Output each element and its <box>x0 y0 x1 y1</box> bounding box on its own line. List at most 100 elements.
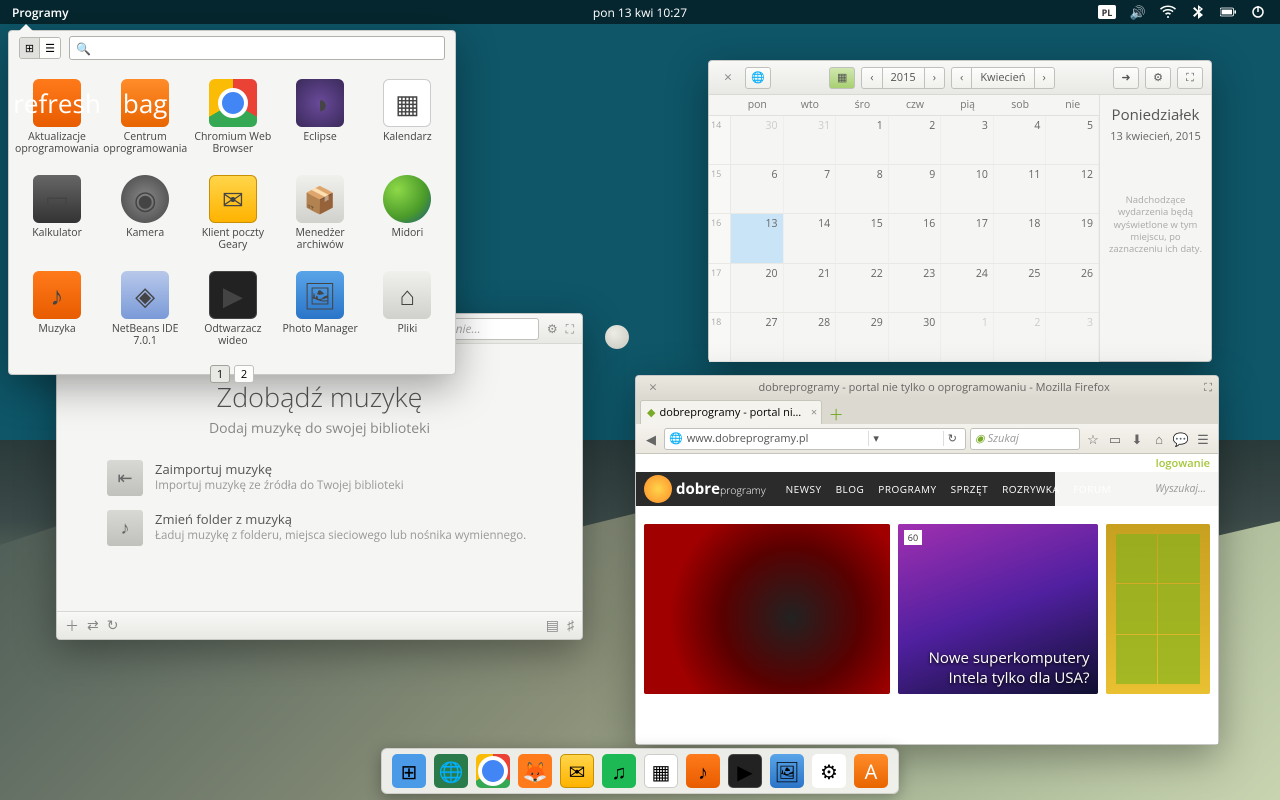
article-thumb[interactable] <box>1106 524 1211 694</box>
dock-item[interactable]: ▦ <box>644 754 678 788</box>
calendar-day[interactable]: 9 <box>889 165 942 213</box>
new-tab-button[interactable]: ＋ <box>826 404 846 424</box>
today-button[interactable]: ▦ <box>829 67 855 89</box>
calendar-day[interactable]: 15 <box>836 214 889 262</box>
applications-menu[interactable]: Programy <box>0 4 69 21</box>
year-next-button[interactable]: › <box>924 67 945 89</box>
dock-item[interactable]: 🦊 <box>518 754 552 788</box>
reload-icon[interactable]: ↻ <box>943 431 961 446</box>
month-prev-button[interactable]: ‹ <box>951 67 972 89</box>
home-icon[interactable]: ⌂ <box>1150 430 1168 448</box>
app-launcher-item[interactable]: ♪Muzyka <box>13 265 101 361</box>
shuffle-icon[interactable]: ⇄ <box>87 616 99 635</box>
calendar-day[interactable]: 12 <box>1046 165 1099 213</box>
app-launcher-item[interactable]: ▦Kalendarz <box>364 73 451 169</box>
app-launcher-item[interactable]: Midori <box>364 169 451 265</box>
dock-item[interactable]: ▶ <box>728 754 762 788</box>
dock-item[interactable]: ⊞ <box>392 754 426 788</box>
calendar-source-icon[interactable]: 🌐 <box>745 67 771 89</box>
calendar-day[interactable]: 27 <box>731 313 784 361</box>
calendar-day[interactable]: 3 <box>1046 313 1099 361</box>
dock-item[interactable]: ✉ <box>560 754 594 788</box>
url-bar[interactable]: 🌐 www.dobreprogramy.pl ▾ ↻ <box>664 428 966 450</box>
site-search[interactable]: Wyszukaj… <box>1155 482 1206 496</box>
nav-link[interactable]: FORUM <box>1073 482 1111 496</box>
site-logo[interactable]: dobreprogramy <box>644 475 766 503</box>
calendar-day[interactable]: 30 <box>889 313 942 361</box>
year-label[interactable]: 2015 <box>882 67 925 89</box>
app-launcher-item[interactable]: ✉Klient poczty Geary <box>189 169 276 265</box>
dock-item[interactable]: ♪ <box>686 754 720 788</box>
power-indicator-icon[interactable] <box>1250 4 1266 20</box>
nav-link[interactable]: BLOG <box>836 482 865 496</box>
app-launcher-item[interactable]: ▭Kalkulator <box>13 169 101 265</box>
nav-link[interactable]: NEWSY <box>786 482 822 496</box>
music-action[interactable]: ♪Zmień folder z muzykąŁaduj muzykę z fol… <box>107 510 532 546</box>
nav-link[interactable]: SPRZĘT <box>951 482 988 496</box>
calendar-day[interactable]: 21 <box>784 264 837 312</box>
calendar-day[interactable]: 13 <box>731 214 784 262</box>
dock-item[interactable]: 🖼 <box>770 754 804 788</box>
calendar-day[interactable]: 2 <box>994 313 1047 361</box>
menu-icon[interactable]: ☰ <box>1194 430 1212 448</box>
article-thumb[interactable]: 60 Nowe superkomputery Intela tylko dla … <box>898 524 1098 694</box>
calendar-day[interactable]: 22 <box>836 264 889 312</box>
equalizer-icon[interactable]: ♯ <box>567 616 574 635</box>
bookmarks-icon[interactable]: ▭ <box>1106 430 1124 448</box>
export-icon[interactable]: ➜ <box>1113 67 1139 89</box>
calendar-day[interactable]: 1 <box>836 116 889 164</box>
search-bar[interactable]: ◉Szukaj <box>970 428 1080 450</box>
calendar-day[interactable]: 25 <box>994 264 1047 312</box>
app-launcher-item[interactable]: ◑Eclipse <box>276 73 363 169</box>
volume-indicator-icon[interactable]: 🔊 <box>1130 4 1146 20</box>
calendar-day[interactable]: 8 <box>836 165 889 213</box>
app-launcher-item[interactable]: 🖼Photo Manager <box>276 265 363 361</box>
close-tab-icon[interactable]: × <box>811 405 817 420</box>
login-link[interactable]: logowanie <box>1156 456 1210 471</box>
calendar-day[interactable]: 30 <box>731 116 784 164</box>
close-icon[interactable]: × <box>717 68 739 87</box>
gear-icon[interactable]: ⚙ <box>547 320 558 337</box>
dock-item[interactable]: ⚙ <box>812 754 846 788</box>
close-icon[interactable]: × <box>642 378 664 397</box>
grid-view-icon[interactable]: ⊞ <box>20 38 40 58</box>
app-launcher-item[interactable]: Chromium Web Browser <box>189 73 276 169</box>
maximize-icon[interactable]: ⛶ <box>1177 67 1203 89</box>
view-toggle[interactable]: ⊞ ☰ <box>19 37 61 59</box>
add-playlist-icon[interactable]: ＋ <box>65 616 79 636</box>
calendar-day[interactable]: 6 <box>731 165 784 213</box>
wifi-indicator-icon[interactable] <box>1160 4 1176 20</box>
app-search-input[interactable]: 🔍 <box>69 36 445 60</box>
month-label[interactable]: Kwiecień <box>971 67 1034 89</box>
calendar-day[interactable]: 17 <box>941 214 994 262</box>
calendar-day[interactable]: 3 <box>941 116 994 164</box>
calendar-day[interactable]: 28 <box>784 313 837 361</box>
app-launcher-item[interactable]: bagCentrum oprogramowania <box>101 73 189 169</box>
app-launcher-item[interactable]: ◉Kamera <box>101 169 189 265</box>
battery-indicator-icon[interactable] <box>1220 4 1236 20</box>
calendar-day[interactable]: 29 <box>836 313 889 361</box>
maximize-icon[interactable]: ⛶ <box>1204 380 1212 395</box>
chat-icon[interactable]: 💬 <box>1172 430 1190 448</box>
bookmark-star-icon[interactable]: ☆ <box>1084 430 1102 448</box>
calendar-day[interactable]: 26 <box>1046 264 1099 312</box>
info-icon[interactable]: ▤ <box>546 616 559 635</box>
dock-item[interactable]: 🌐 <box>434 754 468 788</box>
list-view-icon[interactable]: ☰ <box>40 38 60 58</box>
app-launcher-item[interactable]: ▶Odtwarzacz wideo <box>189 265 276 361</box>
bluetooth-indicator-icon[interactable] <box>1190 4 1206 20</box>
keyboard-indicator[interactable]: PL <box>1098 5 1116 19</box>
calendar-day[interactable]: 20 <box>731 264 784 312</box>
calendar-day[interactable]: 24 <box>941 264 994 312</box>
month-next-button[interactable]: › <box>1034 67 1055 89</box>
calendar-day[interactable]: 18 <box>994 214 1047 262</box>
app-launcher-item[interactable]: ◈NetBeans IDE 7.0.1 <box>101 265 189 361</box>
year-prev-button[interactable]: ‹ <box>861 67 882 89</box>
calendar-day[interactable]: 4 <box>994 116 1047 164</box>
page-1-button[interactable]: 1 <box>210 365 230 383</box>
calendar-day[interactable]: 1 <box>941 313 994 361</box>
app-launcher-item[interactable]: ⌂Pliki <box>364 265 451 361</box>
back-icon[interactable]: ◀ <box>642 430 660 448</box>
calendar-day[interactable]: 23 <box>889 264 942 312</box>
browser-tab[interactable]: ◆ dobreprogramy - portal ni… × <box>640 400 822 424</box>
